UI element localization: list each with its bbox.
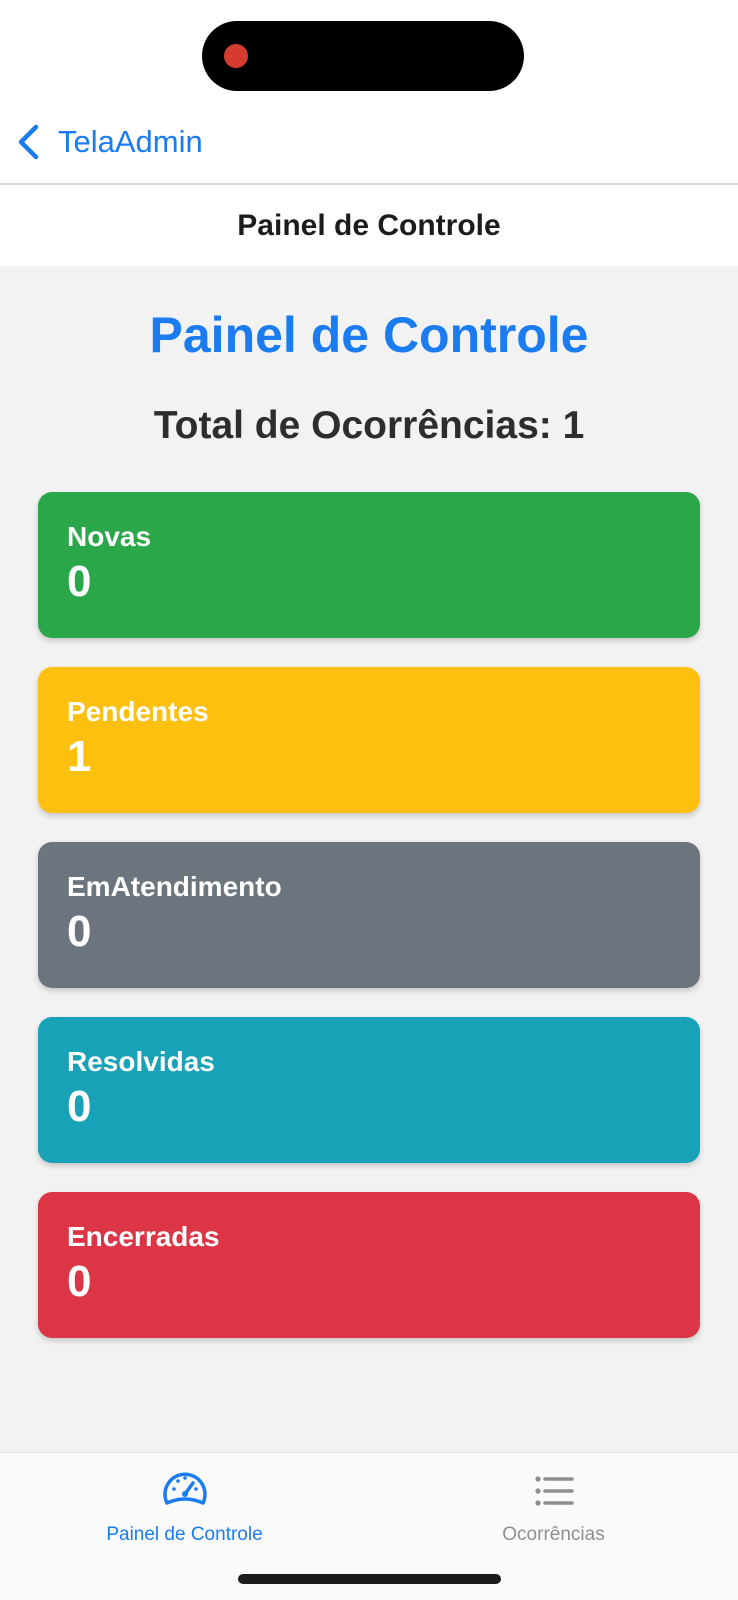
card-label: Pendentes	[67, 696, 209, 727]
card-value: 1	[67, 732, 92, 781]
status-cards: Novas 0 Pendentes 1 EmAtendimento 0 Reso…	[38, 492, 700, 1367]
back-button[interactable]: TelaAdmin	[14, 115, 203, 169]
page-title: Painel de Controle	[149, 307, 589, 363]
tab-label: Painel de Controle	[106, 1524, 263, 1545]
card-value: 0	[67, 557, 92, 606]
total-occurrences: Total de Ocorrências: 1	[153, 404, 585, 447]
card-label: Encerradas	[67, 1221, 220, 1252]
tab-ocorrencias[interactable]: Ocorrências	[369, 1453, 738, 1563]
card-resolvidas[interactable]: Resolvidas 0	[38, 1017, 700, 1163]
status-bar	[0, 0, 738, 100]
card-value: 0	[67, 907, 92, 956]
tab-label: Ocorrências	[502, 1524, 605, 1545]
recording-indicator-icon	[224, 44, 248, 68]
list-icon	[534, 1476, 574, 1506]
back-button-label: TelaAdmin	[58, 124, 203, 159]
card-pendentes[interactable]: Pendentes 1	[38, 667, 700, 813]
card-value: 0	[67, 1082, 92, 1131]
tab-painel-de-controle[interactable]: Painel de Controle	[0, 1453, 369, 1563]
card-label: EmAtendimento	[67, 871, 282, 902]
header-title: Painel de Controle	[237, 208, 501, 242]
card-encerradas[interactable]: Encerradas 0	[38, 1192, 700, 1338]
card-value: 0	[67, 1257, 92, 1306]
card-label: Novas	[67, 521, 152, 552]
chevron-left-icon	[18, 124, 39, 160]
card-novas[interactable]: Novas 0	[38, 492, 700, 638]
dynamic-island	[202, 21, 524, 91]
card-em-atendimento[interactable]: EmAtendimento 0	[38, 842, 700, 988]
card-label: Resolvidas	[67, 1046, 215, 1077]
screen-header: Painel de Controle	[0, 185, 738, 266]
home-indicator	[238, 1574, 501, 1584]
dashboard-content: Painel de Controle Total de Ocorrências:…	[0, 266, 738, 1452]
speedometer-icon	[162, 1472, 207, 1505]
